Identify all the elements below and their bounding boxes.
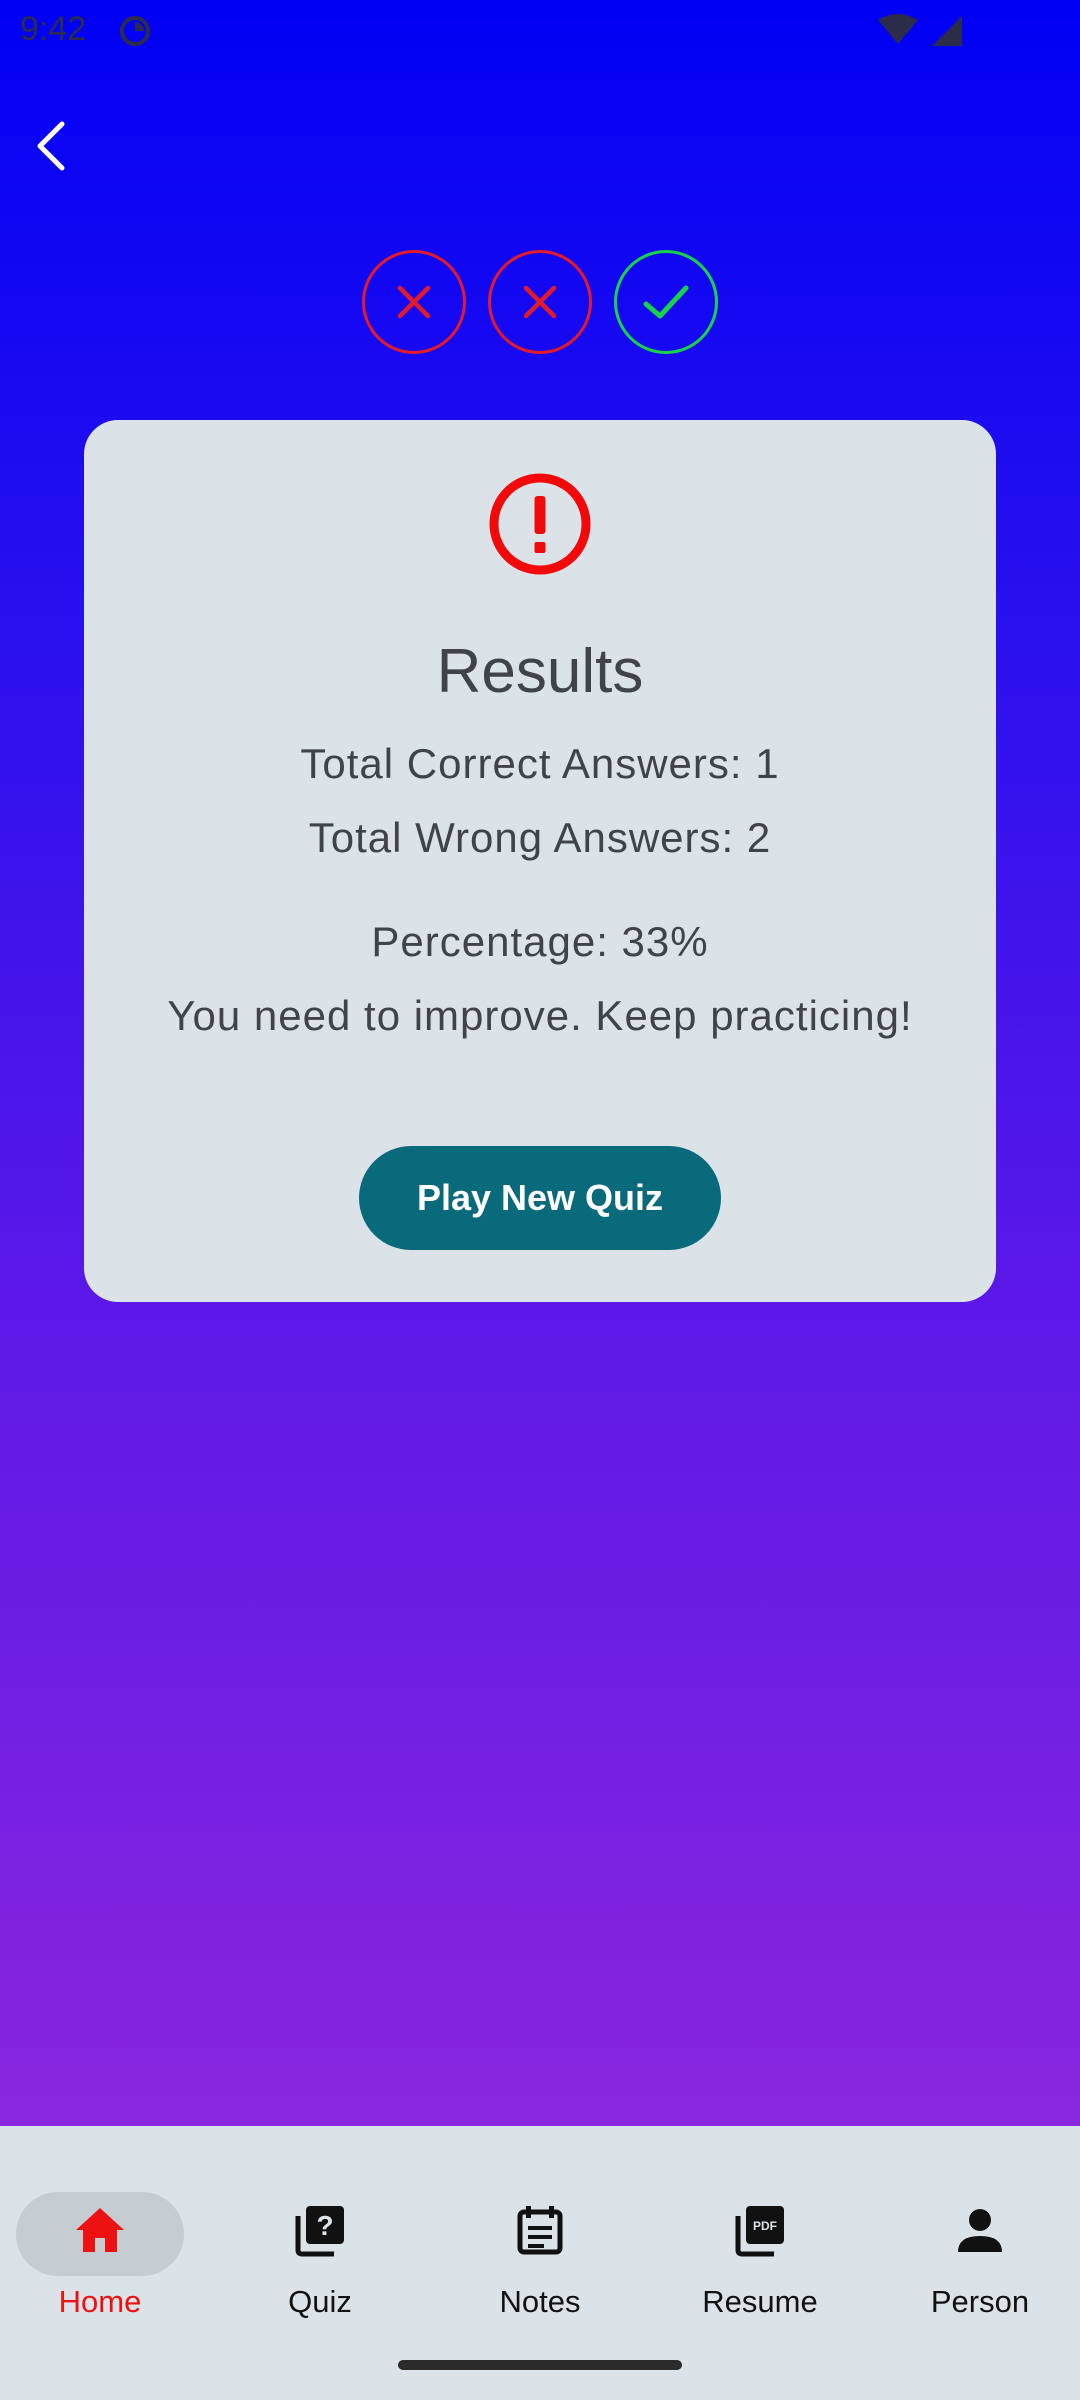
sync-status-icon xyxy=(120,16,150,46)
person-icon xyxy=(958,2209,1002,2252)
nav-item-notes[interactable]: Notes xyxy=(440,2160,640,2319)
pdf-icon: PDF xyxy=(735,2206,784,2257)
nav-label-notes: Notes xyxy=(499,2284,581,2319)
nav-item-resume[interactable]: PDF Resume xyxy=(660,2160,860,2319)
nav-item-quiz[interactable]: ? Quiz xyxy=(220,2160,420,2319)
status-bar: 9:42 xyxy=(0,0,1080,62)
results-screen: 9:42 Results Total Correct Answers: 1 To… xyxy=(0,0,1080,2126)
nav-label-quiz: Quiz xyxy=(288,2284,352,2319)
answer-wrong-1 xyxy=(362,250,466,354)
answer-correct-3 xyxy=(614,250,718,354)
status-time: 9:42 xyxy=(20,10,87,48)
nav-label-resume: Resume xyxy=(702,2284,818,2319)
nav-item-home[interactable]: Home xyxy=(0,2160,200,2319)
check-icon xyxy=(643,285,689,319)
close-icon xyxy=(397,285,431,319)
play-new-quiz-button[interactable]: Play New Quiz xyxy=(359,1146,721,1250)
close-icon xyxy=(523,285,557,319)
answer-summary-row xyxy=(0,250,1080,356)
back-button[interactable] xyxy=(14,106,86,186)
nav-label-home: Home xyxy=(58,2284,142,2319)
total-wrong-text: Total Wrong Answers: 2 xyxy=(308,814,772,861)
bottom-navigation: Home ? Quiz Notes PDF Resume Person xyxy=(0,2126,1080,2400)
svg-text:PDF: PDF xyxy=(753,2219,777,2233)
notes-icon xyxy=(517,2206,563,2255)
total-correct-text: Total Correct Answers: 1 xyxy=(300,740,780,787)
results-title: Results xyxy=(436,637,644,706)
answer-wrong-2 xyxy=(488,250,592,354)
alert-circle-icon xyxy=(489,473,591,575)
feedback-text: You need to improve. Keep practicing! xyxy=(167,992,913,1039)
quiz-icon: ? xyxy=(295,2206,344,2257)
nav-label-person: Person xyxy=(930,2284,1030,2319)
home-icon xyxy=(76,2208,124,2252)
nav-item-person[interactable]: Person xyxy=(880,2160,1080,2319)
chevron-left-icon xyxy=(37,121,65,171)
signal-icons xyxy=(878,14,962,46)
results-card: Results Total Correct Answers: 1 Total W… xyxy=(84,420,996,1302)
percentage-text: Percentage: 33% xyxy=(371,918,709,965)
home-indicator[interactable] xyxy=(398,2360,682,2370)
svg-text:?: ? xyxy=(316,2210,333,2241)
